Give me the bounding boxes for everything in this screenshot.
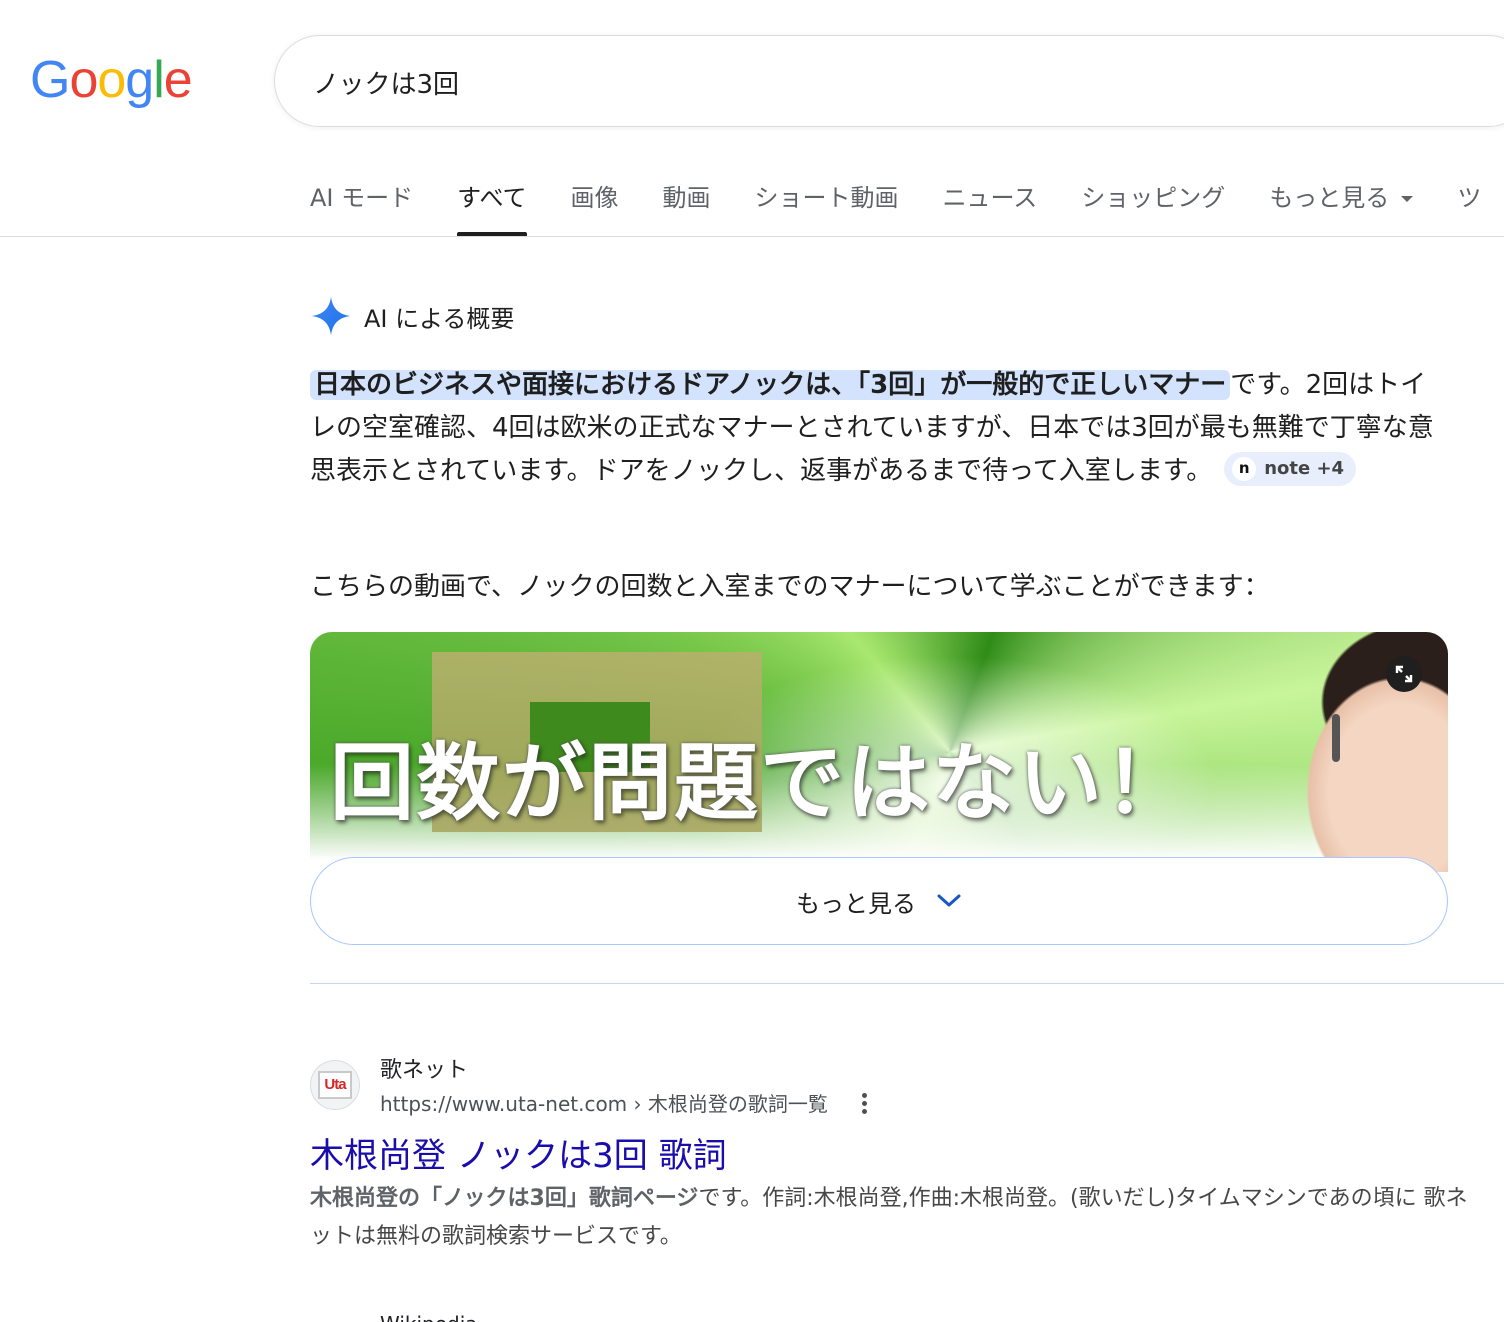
source-chip[interactable]: n note +4: [1224, 451, 1357, 486]
result-title-link[interactable]: 木根尚登 ノックは3回 歌詞: [310, 1128, 727, 1177]
logo-letter: o: [97, 51, 126, 109]
ai-overview-highlight: 日本のビジネスや面接におけるドアノックは、「3回」が一般的で正しいマナー: [310, 370, 1231, 400]
tab-images[interactable]: 画像: [571, 180, 619, 236]
chevron-down-icon: [937, 894, 961, 907]
thumbnail-detail: [1332, 714, 1340, 762]
snippet-bold: 木根尚登の「ノックは3回」歌詞ページ: [310, 1186, 699, 1211]
tab-short-videos[interactable]: ショート動画: [755, 180, 899, 236]
video-caption: 回数が問題ではない！: [330, 734, 1191, 832]
search-input[interactable]: [313, 60, 1213, 104]
search-box[interactable]: [274, 35, 1504, 127]
logo-letter: o: [69, 51, 98, 109]
ai-overview-text: 日本のビジネスや面接におけるドアノックは、「3回」が一般的で正しいマナー です。2…: [310, 364, 1450, 493]
tab-videos[interactable]: 動画: [663, 180, 711, 236]
logo-letter: g: [125, 51, 154, 109]
section-divider: [310, 983, 1504, 984]
tab-ai-mode[interactable]: AI モード: [310, 180, 413, 236]
search-tabs: AI モード すべて 画像 動画 ショート動画 ニュース ショッピング もっと見…: [310, 180, 1504, 236]
uta-net-logo: Uta: [318, 1071, 352, 1099]
result-site-name[interactable]: 歌ネット: [380, 1052, 468, 1084]
gemini-sparkle-icon: [311, 296, 351, 336]
tab-tools[interactable]: ツ: [1457, 180, 1481, 236]
source-chip-label: note +4: [1264, 458, 1345, 479]
video-intro-text: こちらの動画で、ノックの回数と入室までのマナーについて学ぶことができます：: [310, 572, 1270, 602]
video-thumbnail[interactable]: 回数が問題ではない！: [310, 632, 1448, 872]
tabs-divider: [0, 236, 1504, 237]
show-more-label: もっと見る: [796, 889, 916, 918]
caret-down-icon: [1401, 196, 1414, 202]
ai-overview-title: AI による概要: [364, 304, 515, 333]
ai-overview-header: AI による概要: [310, 294, 514, 338]
expand-arrows-icon: [1395, 665, 1413, 683]
logo-letter: e: [163, 51, 193, 109]
tab-shopping[interactable]: ショッピング: [1081, 180, 1225, 236]
tab-news[interactable]: ニュース: [943, 180, 1038, 236]
tab-all[interactable]: すべて: [457, 180, 527, 236]
google-logo[interactable]: Google: [30, 50, 193, 110]
expand-icon[interactable]: [1386, 656, 1422, 692]
site-favicon[interactable]: Uta: [310, 1060, 360, 1110]
tab-more[interactable]: もっと見る: [1269, 180, 1414, 236]
result-url[interactable]: https://www.uta-net.com › 木根尚登の歌詞一覧: [380, 1088, 828, 1117]
logo-letter: G: [30, 51, 70, 109]
logo-letter: l: [153, 51, 165, 109]
result-snippet: 木根尚登の「ノックは3回」歌詞ページです。作詞:木根尚登,作曲:木根尚登。(歌い…: [310, 1180, 1480, 1256]
show-more-button[interactable]: もっと見る: [310, 857, 1448, 945]
note-icon: n: [1232, 456, 1257, 481]
more-options-icon[interactable]: [852, 1088, 876, 1118]
tab-more-label: もっと見る: [1269, 184, 1390, 212]
next-result-partial[interactable]: Wikipedia: [380, 1312, 478, 1322]
